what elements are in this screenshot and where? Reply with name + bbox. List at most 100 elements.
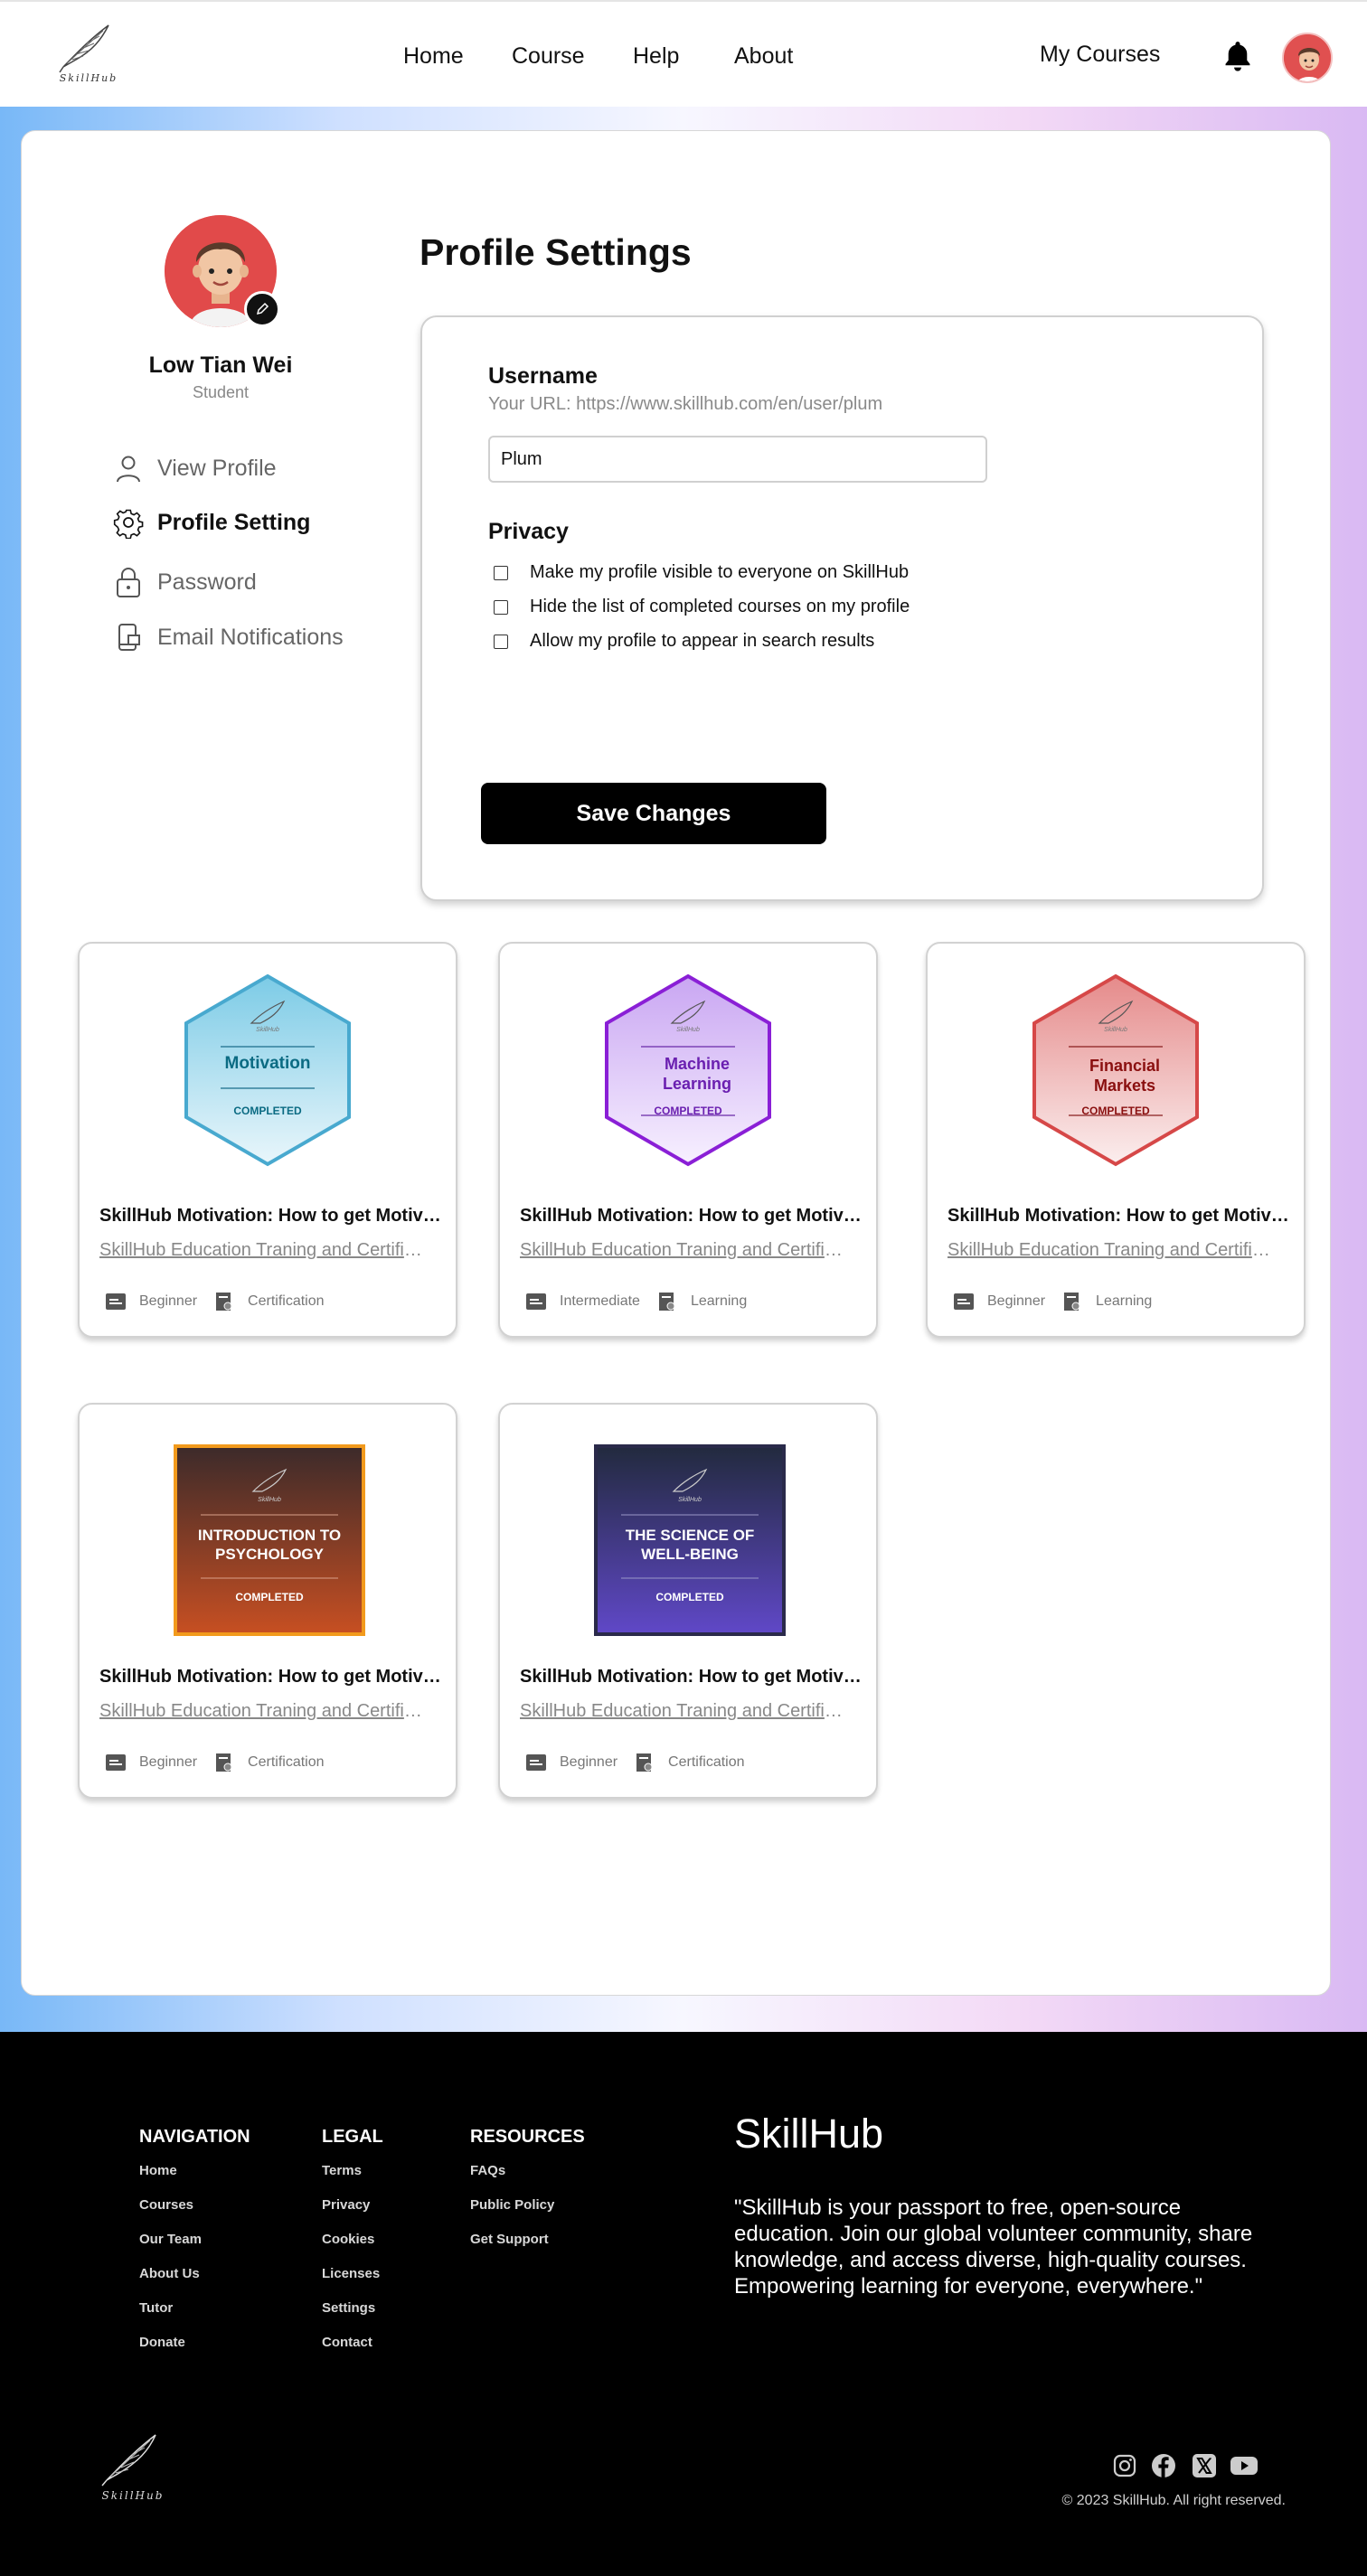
copyright-text: © 2023 SkillHub. All right reserved. [1061,2493,1286,2508]
footer-link-contact[interactable]: Contact [322,2335,372,2350]
badge-status: COMPLETED [654,1105,722,1117]
course-level: Intermediate [560,1293,640,1309]
youtube-icon[interactable] [1230,2453,1259,2478]
badge-logo-text: SkillHub [1104,1027,1127,1033]
badge-title: Machine Learning [662,1055,731,1093]
my-courses-link[interactable]: My Courses [1040,42,1160,68]
privacy-checkbox-hide-completed[interactable] [494,599,508,615]
level-icon [526,1754,546,1771]
sidebar-item-label: Email Notifications [157,624,344,650]
privacy-option-label: Make my profile visible to everyone on S… [530,562,910,582]
course-type: Certification [248,1293,325,1309]
privacy-option-label: Hide the list of completed courses on my… [530,597,910,616]
nav-course[interactable]: Course [512,43,585,70]
certificate-icon [216,1293,232,1311]
course-provider-link[interactable]: SkillHub Education Traning and Certifica… [520,1701,845,1722]
privacy-option-visible[interactable]: Make my profile visible to everyone on S… [494,562,909,583]
footer-link-our-team[interactable]: Our Team [139,2232,202,2247]
instagram-icon[interactable] [1112,2453,1137,2478]
course-type: Learning [690,1293,748,1309]
footer-link-terms[interactable]: Terms [322,2163,362,2178]
username-label: Username [488,363,598,389]
x-icon[interactable] [1192,2453,1217,2478]
sidebar-item-label: Password [157,569,257,595]
edit-avatar-button[interactable] [244,291,280,327]
sidebar-item-email-notifications[interactable]: Email Notifications [112,621,344,653]
pencil-icon [256,302,269,315]
bell-icon[interactable] [1221,38,1255,74]
nav-help[interactable]: Help [633,43,679,70]
badge-logo-text: SkillHub [258,1497,281,1503]
page-title: Profile Settings [420,231,692,273]
footer-link-faqs[interactable]: FAQs [470,2163,505,2178]
skillhub-logo[interactable]: SkillHub [56,20,121,90]
footer-legal-heading: LEGAL [322,2127,383,2147]
save-changes-button[interactable]: Save Changes [481,783,826,844]
lock-icon [117,568,140,597]
user-icon [117,456,140,483]
footer-link-cookies[interactable]: Cookies [322,2232,374,2247]
footer-link-get-support[interactable]: Get Support [470,2232,549,2247]
course-card[interactable]: Machine Learning COMPLETED SkillHub Skil… [498,942,878,1338]
feather-logo-icon [101,2434,156,2487]
course-title[interactable]: SkillHub Motivation: How to get Motivate… [99,1667,443,1688]
privacy-checkbox-search[interactable] [494,634,508,649]
course-title[interactable]: SkillHub Motivation: How to get Motivate… [99,1206,443,1227]
course-card[interactable]: INTRODUCTION TO PSYCHOLOGY COMPLETED Ski… [78,1403,457,1799]
course-title[interactable]: SkillHub Motivation: How to get Motivate… [520,1206,863,1227]
footer-link-about-us[interactable]: About Us [139,2266,200,2281]
facebook-icon[interactable] [1151,2453,1176,2478]
footer-link-donate[interactable]: Donate [139,2335,185,2350]
sidebar-item-label: Profile Setting [157,509,311,535]
footer-link-home[interactable]: Home [139,2163,177,2178]
user-avatar[interactable] [1282,33,1333,83]
course-type: Certification [668,1754,745,1770]
nav-home[interactable]: Home [403,43,464,70]
sidebar-item-label: View Profile [157,455,277,481]
badge-title: Financial Markets [1089,1057,1161,1095]
privacy-option-hide-completed[interactable]: Hide the list of completed courses on my… [494,597,910,617]
top-navbar: SkillHub Home Course Help About My Cours… [0,0,1367,107]
badge-title: INTRODUCTION TO PSYCHOLOGY [197,1527,342,1563]
course-card[interactable]: THE SCIENCE OF WELL-BEING COMPLETED Skil… [498,1403,878,1799]
course-card[interactable]: Financial Markets COMPLETED SkillHub Ski… [926,942,1306,1338]
notification-icon [118,624,140,651]
privacy-option-search[interactable]: Allow my profile to appear in search res… [494,631,874,652]
course-provider-link[interactable]: SkillHub Education Traning and Certifica… [99,1701,425,1722]
level-icon [526,1293,546,1310]
certificate-icon [658,1293,675,1311]
footer-link-courses[interactable]: Courses [139,2197,193,2213]
privacy-option-label: Allow my profile to appear in search res… [530,631,875,651]
footer-link-privacy[interactable]: Privacy [322,2197,370,2213]
course-provider-link[interactable]: SkillHub Education Traning and Certifica… [947,1240,1273,1261]
course-provider-link[interactable]: SkillHub Education Traning and Certifica… [99,1240,425,1261]
footer-resources-heading: RESOURCES [470,2127,585,2147]
course-card[interactable]: Motivation COMPLETED SkillHub SkillHub M… [78,942,457,1338]
username-input[interactable] [488,436,987,483]
course-title[interactable]: SkillHub Motivation: How to get Motivate… [520,1667,863,1688]
footer-link-licenses[interactable]: Licenses [322,2266,380,2281]
footer-link-settings[interactable]: Settings [322,2300,375,2316]
nav-about[interactable]: About [734,43,793,70]
logo-text: SkillHub [59,72,118,84]
course-meta: Beginner Certification [525,1752,745,1773]
level-icon [954,1293,974,1310]
footer-logo[interactable]: SkillHub [98,2430,168,2505]
sidebar-item-view-profile[interactable]: View Profile [112,452,277,484]
footer-brand: SkillHub [734,2111,884,2157]
course-type: Certification [248,1754,325,1770]
gear-icon [113,509,144,539]
course-title[interactable]: SkillHub Motivation: How to get Motivate… [947,1206,1291,1227]
privacy-checkbox-visible[interactable] [494,565,508,580]
level-icon [106,1293,126,1310]
privacy-label: Privacy [488,519,569,544]
course-level: Beginner [560,1754,618,1770]
footer-link-public-policy[interactable]: Public Policy [470,2197,554,2213]
course-provider-link[interactable]: SkillHub Education Traning and Certifica… [520,1240,845,1261]
sidebar-item-password[interactable]: Password [112,566,257,598]
sidebar-item-profile-setting[interactable]: Profile Setting [112,506,310,539]
footer-navigation-heading: NAVIGATION [139,2127,250,2147]
course-meta: Beginner Certification [105,1291,325,1312]
footer-link-tutor[interactable]: Tutor [139,2300,173,2316]
course-level: Beginner [139,1293,198,1309]
